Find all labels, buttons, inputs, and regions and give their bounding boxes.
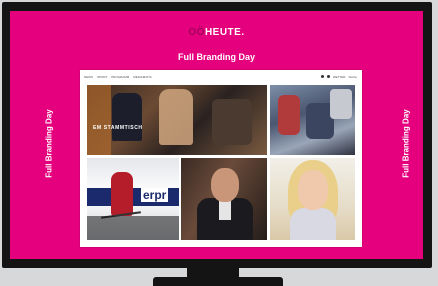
caption-bar [87,216,179,240]
monitor-screen: OÖHEUTE. Full Branding Day Full Branding… [10,11,423,259]
nav-item-wetter[interactable]: WETTER [333,75,346,79]
banner-left-label: Full Branding Day [44,109,54,178]
news-tile-featured[interactable]: EM STAMMTISCH [87,85,267,155]
tile-caption: EM STAMMTISCH [93,125,143,131]
news-tile-4[interactable] [181,158,267,240]
user-icon[interactable] [320,75,324,78]
news-tile-5[interactable] [270,158,355,240]
search-link[interactable]: Suche [348,75,357,79]
monitor-stand-base [153,277,283,286]
monitor-frame: OÖHEUTE. Full Branding Day Full Branding… [2,2,432,268]
nav-item-programm[interactable]: PROGRAMM [111,75,129,79]
nav-item-mediamatic[interactable]: MEDIAMATIC [133,75,152,79]
photo-shape [330,89,352,119]
logo-part-2: HEUTE. [204,27,245,38]
nav-item-sport[interactable]: SPORT [97,75,107,79]
news-tile-2[interactable] [270,85,355,155]
menu-icon[interactable] [326,75,330,78]
photo-shape [290,208,336,240]
photo-shape [298,170,328,210]
photo-shape [112,93,142,141]
photo-shape [159,89,193,145]
news-tile-3[interactable]: erpr [87,158,179,240]
photo-shape [87,85,111,155]
website-preview: NEWS SPORT PROGRAMM MEDIAMATIC WETTER Su… [80,70,362,247]
logo-part-1: OÖ [188,27,205,38]
nav-item-news[interactable]: NEWS [84,75,93,79]
photo-shape [278,95,300,135]
photo-shape [219,200,231,220]
photo-shape [211,168,239,202]
brand-logo: OÖHEUTE. [10,27,423,38]
photo-shape [111,172,133,216]
site-navigation: NEWS SPORT PROGRAMM MEDIAMATIC WETTER Su… [80,70,362,83]
banner-right-label: Full Branding Day [401,109,411,178]
photo-shape [212,99,252,145]
ad-brand-text: erpr [141,188,169,202]
banner-top-label: Full Branding Day [177,52,255,62]
nav-right-group: WETTER Suche [318,75,357,79]
